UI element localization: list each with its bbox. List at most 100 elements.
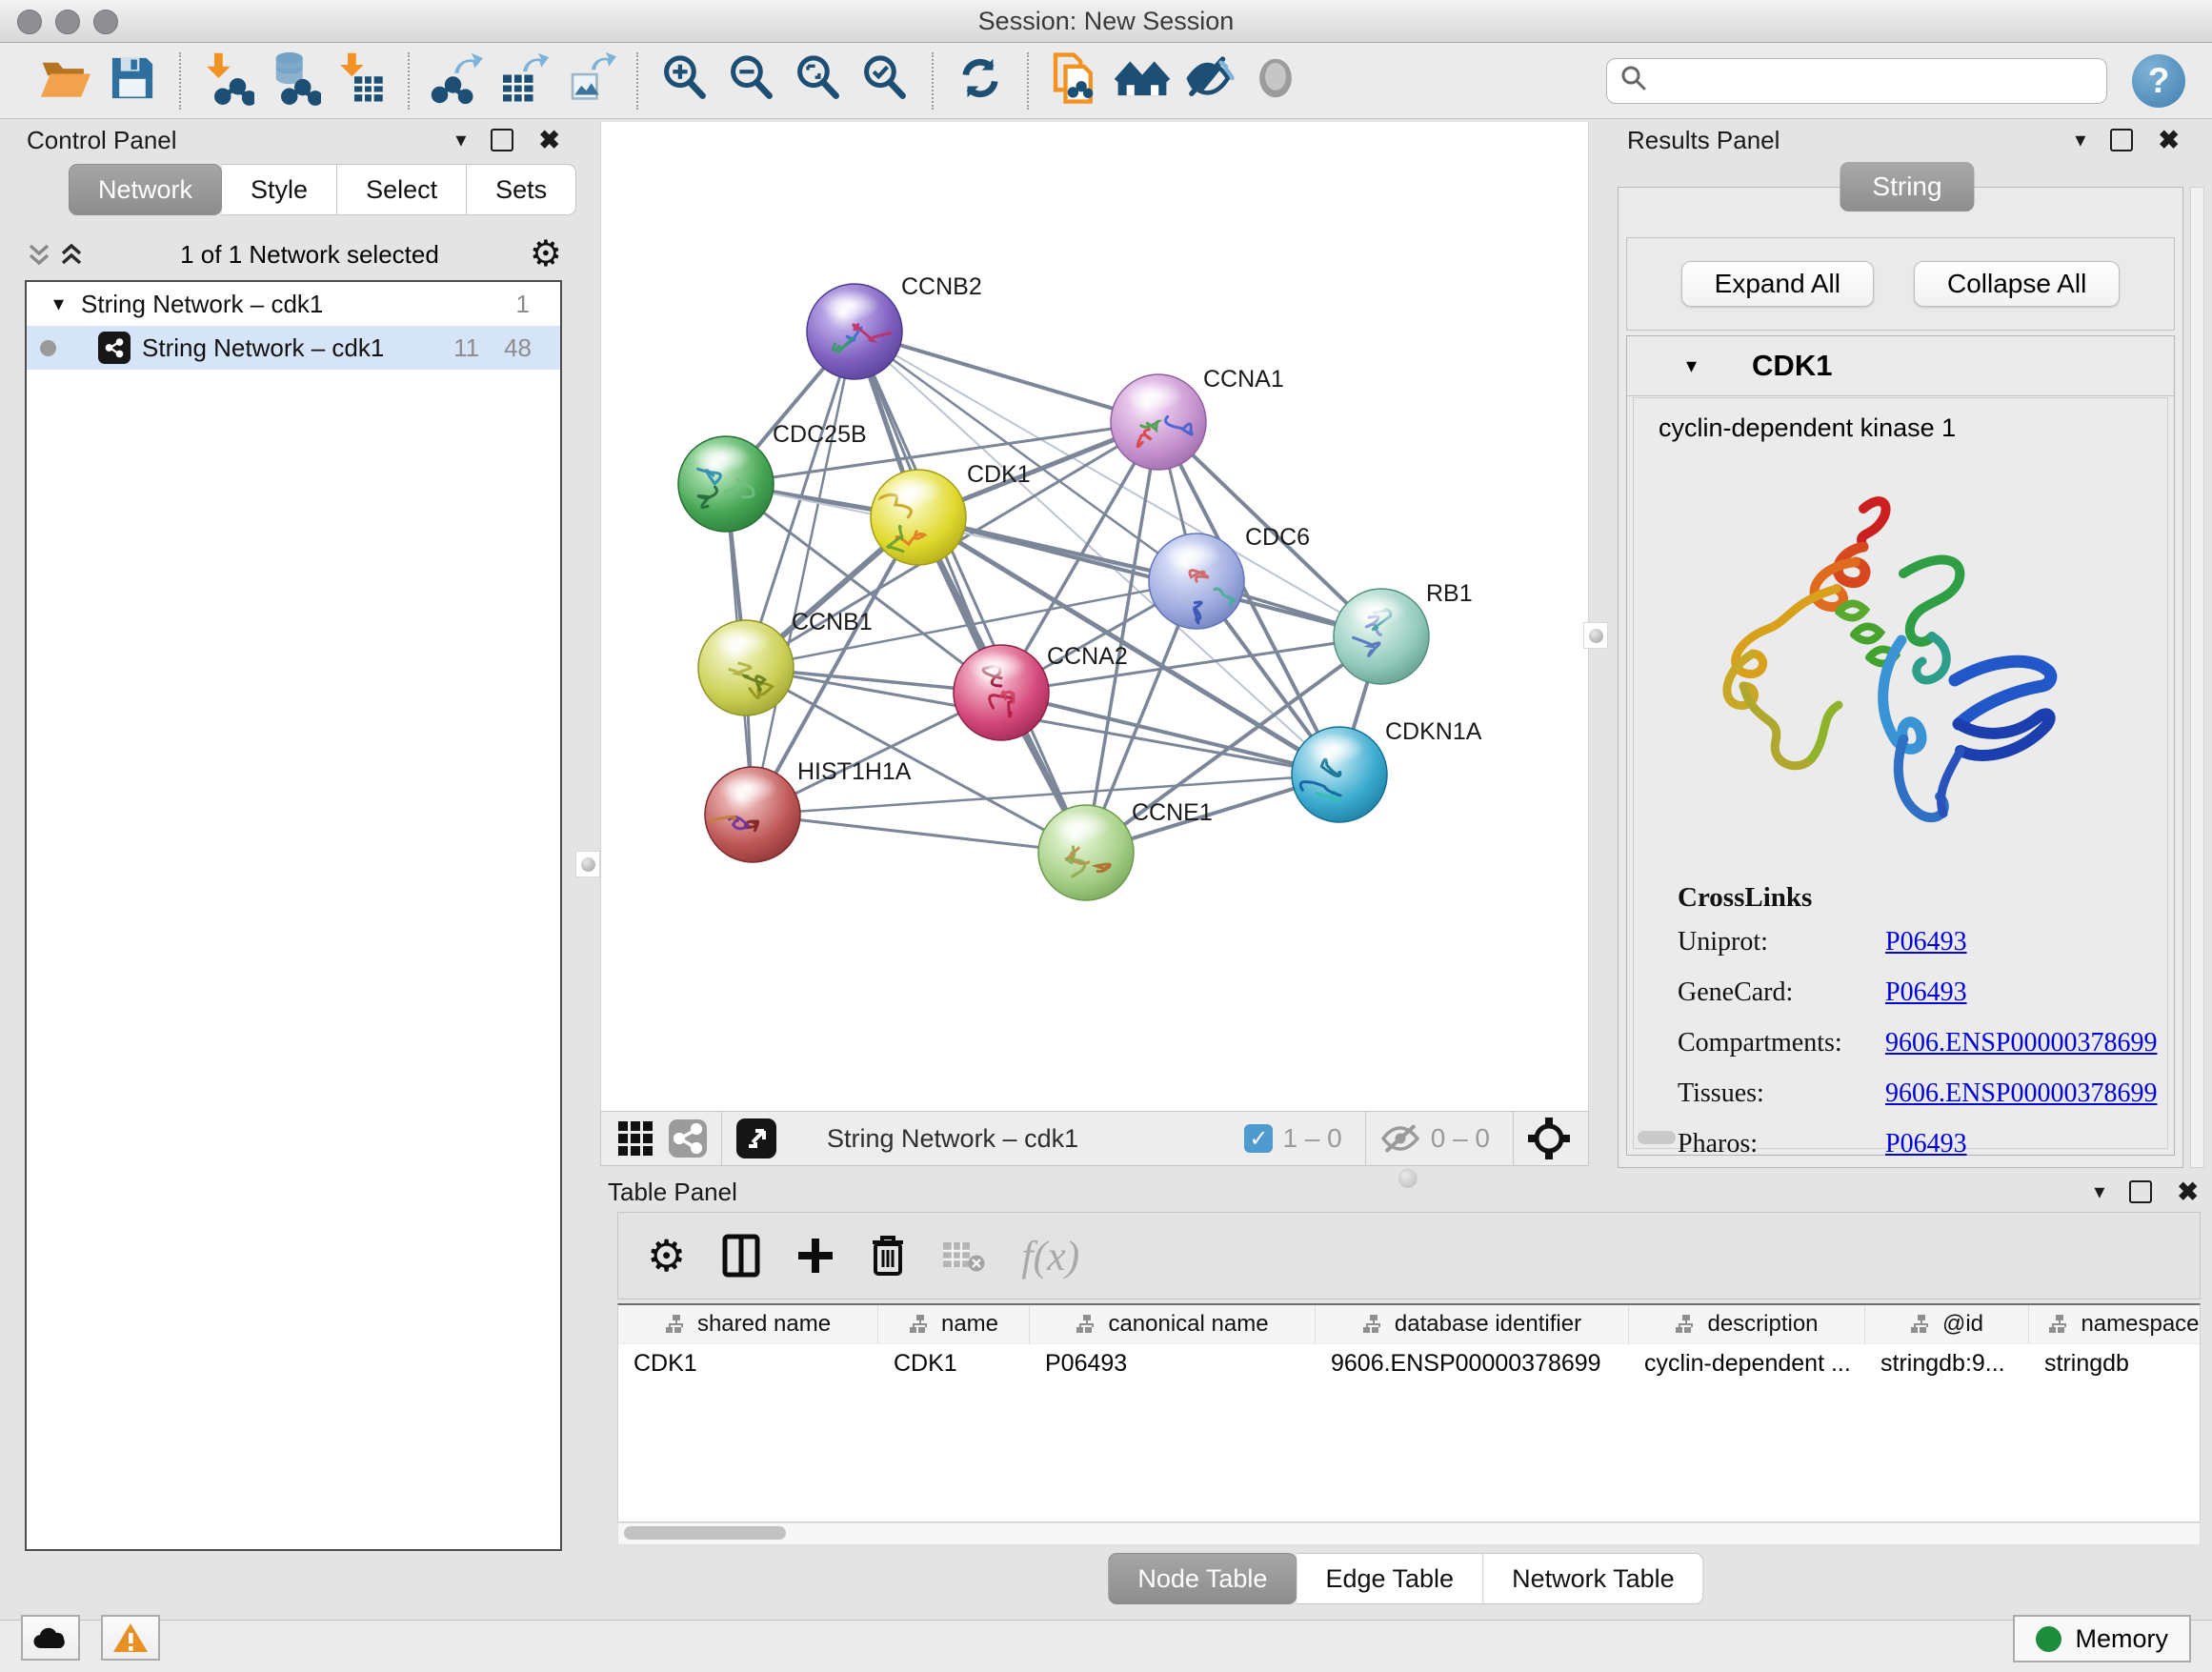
network-row[interactable]: String Network – cdk1 11 48 [27,326,560,370]
crosslink-link[interactable]: P06493 [1885,1129,1967,1159]
scrollbar-thumb[interactable] [624,1526,786,1540]
save-session-button[interactable] [99,50,166,112]
open-session-button[interactable] [32,50,99,112]
tab-network[interactable]: Network [69,164,222,215]
hide-selected-button[interactable] [1176,50,1242,112]
memory-button[interactable]: Memory [2013,1615,2191,1662]
crosslink-link[interactable]: P06493 [1885,927,1967,957]
network-view[interactable]: CCNB2CCNA1CDC25BCDK1CDC6RB1CCNB1CCNA2CDK… [600,122,1589,1111]
birds-eye-view-icon[interactable] [735,1118,777,1159]
collapse-all-icon[interactable] [25,240,57,269]
houses-icon [1115,53,1170,108]
apply-layout-button[interactable] [947,50,1014,112]
table-row[interactable]: CDK1CDK1P064939606.ENSP00000378699cyclin… [618,1343,2200,1384]
node-CCNA1[interactable]: CCNA1 [1111,366,1284,470]
gene-collapse-icon[interactable]: ▾ [1686,355,1697,376]
node-CCNE1[interactable]: CCNE1 [1038,799,1213,900]
column-header-namespace[interactable]: namespace [2029,1305,2201,1343]
crosslinks-section: CrossLinks Uniprot:P06493GeneCard:P06493… [1678,882,2157,1179]
export-network-button[interactable] [423,50,490,112]
selected-counter: 1 – 0 [1282,1123,1341,1154]
collapse-all-button[interactable]: Collapse All [1914,261,2120,307]
zoom-fit-button[interactable] [785,50,852,112]
maximize-panel-icon[interactable] [2129,1180,2152,1203]
cloud-button[interactable] [21,1615,80,1661]
right-splitter-grip[interactable] [1583,622,1608,649]
node-CCNB1[interactable]: CCNB1 [698,609,873,715]
node-count: 11 [453,333,479,363]
left-splitter-grip[interactable] [575,851,600,877]
add-column-icon[interactable] [796,1237,835,1275]
tab-select[interactable]: Select [337,164,467,215]
import-network-icon [201,50,254,111]
tab-style[interactable]: Style [222,164,337,215]
edge-HIST1H1A-CCNE1[interactable] [753,815,1086,853]
delete-column-icon[interactable] [871,1235,905,1277]
warnings-button[interactable] [101,1615,160,1661]
export-image-button[interactable] [556,50,623,112]
maximize-panel-icon[interactable] [2110,129,2133,151]
import-network-database-button[interactable] [261,50,328,112]
zoom-out-button[interactable] [718,50,785,112]
show-hidden-button[interactable] [1242,50,1309,112]
tab-string[interactable]: String [1840,162,1974,212]
import-network-file-button[interactable] [194,50,261,112]
zoom-selected-button[interactable] [852,50,918,112]
column-header-id[interactable]: @id [1865,1305,2029,1343]
tab-edge-table[interactable]: Edge Table [1297,1553,1483,1604]
table-options-gear-icon[interactable]: ⚙ [647,1234,686,1278]
column-header-database-identifier[interactable]: database identifier [1316,1305,1629,1343]
crosslink-link[interactable]: P06493 [1885,977,1967,1008]
delete-table-icon[interactable] [941,1239,985,1273]
table-horizontal-scrollbar[interactable] [617,1522,2201,1545]
results-panel-scrollbar[interactable] [2190,187,2204,1168]
column-header-name[interactable]: name [878,1305,1030,1343]
expand-all-button[interactable]: Expand All [1681,261,1874,307]
table-cell: cyclin-dependent ... [1629,1344,1865,1384]
network-tree: ▾ String Network – cdk1 1 String Network… [25,280,562,1551]
column-header-description[interactable]: description [1629,1305,1865,1343]
expand-all-icon[interactable] [57,240,90,269]
node-CCNA2[interactable]: CCNA2 [954,643,1128,740]
tab-network-table[interactable]: Network Table [1483,1553,1704,1604]
warning-icon [111,1622,150,1654]
close-panel-icon[interactable]: ✖ [2158,128,2180,153]
crosslink-link[interactable]: 9606.ENSP00000378699 [1885,1028,2157,1058]
pan-crosshair-icon[interactable] [1527,1117,1571,1160]
column-header-shared-name[interactable]: shared name [618,1305,878,1343]
node-CDC25B[interactable]: CDC25B [678,421,867,532]
float-panel-icon[interactable]: ▾ [2094,1181,2104,1202]
node-CDKN1A[interactable]: CDKN1A [1292,718,1482,822]
gene-card: ▾ CDK1 cyclin-dependent kinase 1 [1626,335,2175,1156]
network-collection-row[interactable]: ▾ String Network – cdk1 1 [27,282,560,326]
function-builder-icon[interactable]: f(x) [1021,1232,1079,1280]
export-table-button[interactable] [490,50,556,112]
selected-checkbox[interactable]: ✓ [1244,1124,1273,1153]
gene-card-header[interactable]: ▾ CDK1 [1627,336,2174,396]
edge-CCNB2-HIST1H1A[interactable] [753,332,855,815]
zoom-in-button[interactable] [652,50,718,112]
close-panel-icon[interactable]: ✖ [538,128,560,153]
search-input[interactable] [1649,65,2095,96]
node-RB1[interactable]: RB1 [1334,580,1473,684]
grid-view-icon[interactable] [616,1119,654,1158]
float-panel-icon[interactable]: ▾ [455,130,466,151]
first-neighbors-button[interactable] [1109,50,1176,112]
close-panel-icon[interactable]: ✖ [2177,1179,2199,1205]
crosslink-link[interactable]: 9606.ENSP00000378699 [1885,1078,2157,1109]
show-columns-icon[interactable] [722,1234,760,1278]
maximize-panel-icon[interactable] [491,129,513,151]
tab-node-table[interactable]: Node Table [1108,1553,1297,1604]
main-toolbar: ? [0,43,2212,119]
tab-sets[interactable]: Sets [467,164,576,215]
eye-slash-icon [1181,53,1237,108]
clone-network-button[interactable] [1042,50,1109,112]
network-status-dot [40,340,56,356]
network-options-gear-icon[interactable]: ⚙ [530,236,562,272]
float-panel-icon[interactable]: ▾ [2075,130,2085,151]
import-table-file-button[interactable] [328,50,394,112]
help-button[interactable]: ? [2132,54,2185,108]
column-header-canonical-name[interactable]: canonical name [1030,1305,1316,1343]
collection-expand-icon[interactable]: ▾ [53,293,64,314]
card-horizontal-scrollbar[interactable] [1638,1131,1676,1144]
